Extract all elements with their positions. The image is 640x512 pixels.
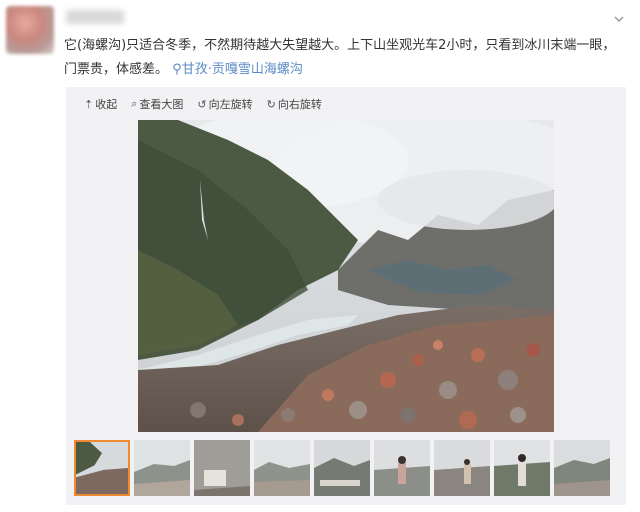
rotate-left-icon: ↺: [197, 97, 207, 111]
view-large-label: 查看大图: [139, 98, 184, 111]
glacier-landscape-image: [138, 120, 554, 432]
rotate-right-icon: ↻: [266, 97, 276, 111]
thumbnail-1[interactable]: [74, 440, 130, 496]
post-body: 它(海螺沟)只适合冬季，不然期待越大失望越大。上下山坐观光车2小时，只看到冰川末…: [64, 38, 616, 77]
collapse-arrow-icon: ⇡: [84, 97, 94, 111]
location-pin-icon: ⚲: [172, 62, 182, 77]
thumbnail-7[interactable]: [434, 440, 490, 496]
rotate-right-button[interactable]: ↻ 向右旋转: [267, 95, 322, 113]
rotate-left-label: 向左旋转: [208, 98, 253, 111]
location-label: 甘孜·贡嘎雪山海螺沟: [181, 62, 303, 77]
thumbnail-8[interactable]: [494, 440, 550, 496]
location-link[interactable]: ⚲甘孜·贡嘎雪山海螺沟: [172, 62, 303, 77]
post-text: 它(海螺沟)只适合冬季，不然期待越大失望越大。上下山坐观光车2小时，只看到冰川末…: [64, 34, 626, 82]
collapse-button[interactable]: ⇡ 收起: [84, 95, 117, 113]
view-large-button[interactable]: ⌕ 查看大图: [131, 95, 183, 113]
collapse-label: 收起: [95, 98, 118, 111]
thumbnail-2[interactable]: [134, 440, 190, 496]
thumbnail-4[interactable]: [254, 440, 310, 496]
chevron-down-icon[interactable]: [612, 12, 626, 26]
thumbnail-6[interactable]: [374, 440, 430, 496]
rotate-right-label: 向右旋转: [277, 98, 322, 111]
thumbnail-strip: [74, 440, 610, 496]
thumbnail-9[interactable]: [554, 440, 610, 496]
magnifier-icon: ⌕: [131, 97, 138, 110]
main-photo-glacier[interactable]: [138, 120, 554, 432]
avatar[interactable]: [6, 6, 54, 54]
thumbnail-5[interactable]: [314, 440, 370, 496]
media-toolbar: ⇡ 收起 ⌕ 查看大图 ↺ 向左旋转 ↻ 向右旋转: [84, 95, 322, 113]
username-blurred[interactable]: [66, 10, 124, 24]
rotate-left-button[interactable]: ↺ 向左旋转: [197, 95, 252, 113]
thumbnail-3[interactable]: [194, 440, 250, 496]
